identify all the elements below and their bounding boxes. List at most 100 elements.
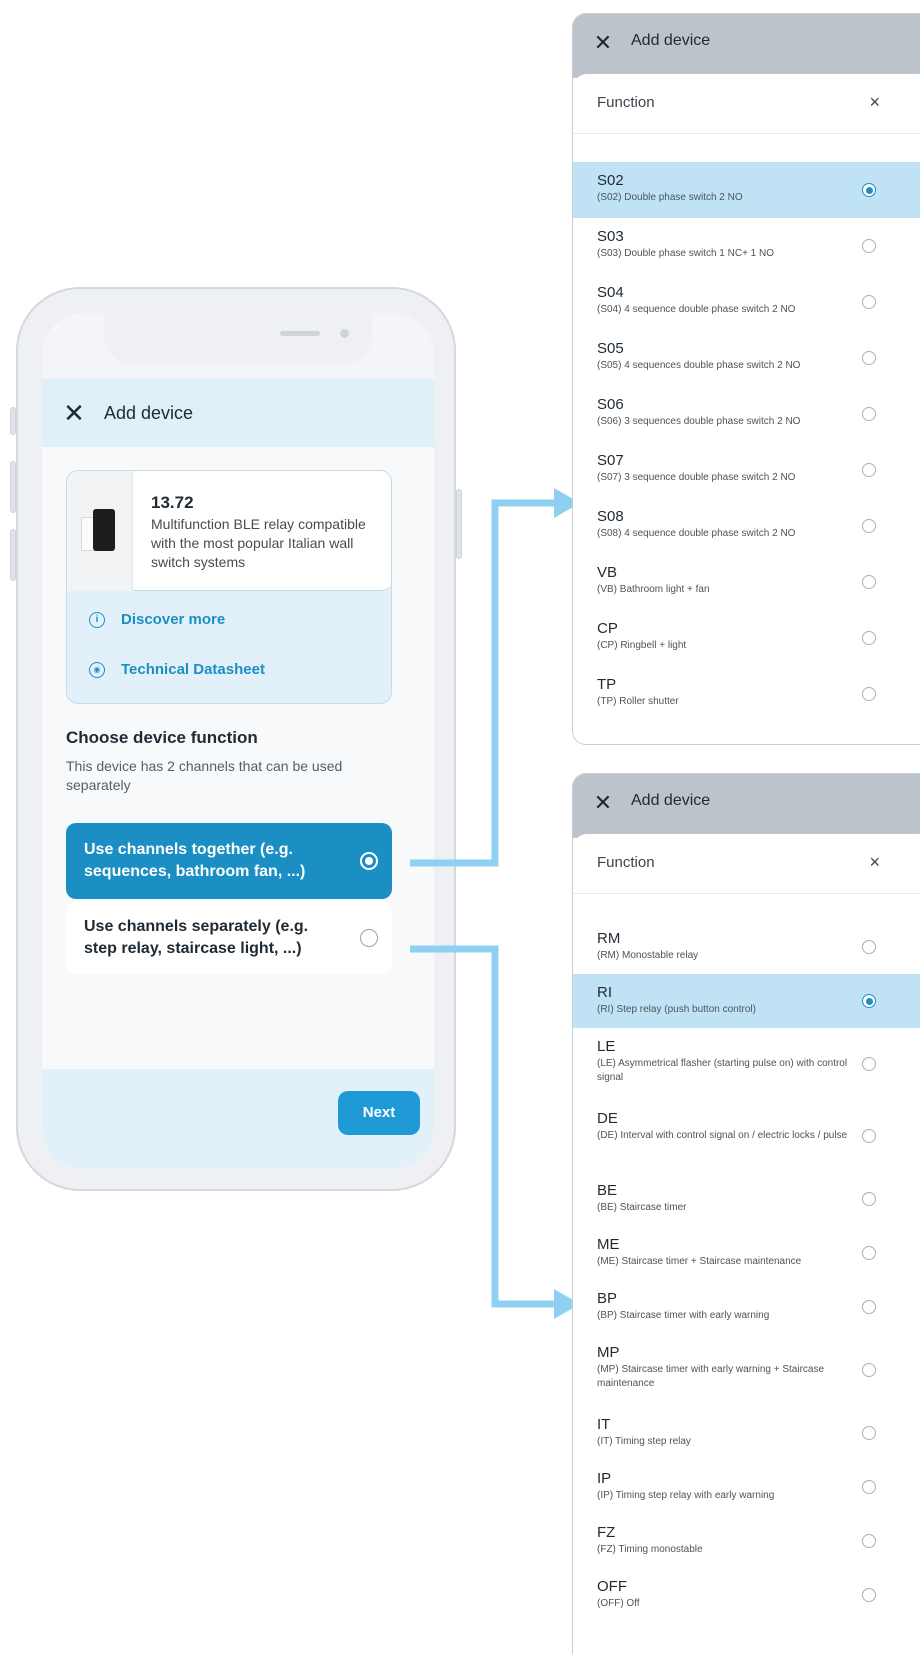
radio-unselected-icon[interactable] [862, 351, 876, 365]
technical-datasheet-label: Technical Datasheet [121, 661, 265, 678]
panel-header: ✕ Add device [573, 14, 920, 78]
radio-unselected-icon[interactable] [360, 929, 378, 947]
close-icon[interactable]: × [869, 92, 880, 113]
function-option-le[interactable]: LE (LE) Asymmetrical flasher (starting pu… [573, 1028, 920, 1100]
function-description: (OFF) Off [597, 1598, 640, 1609]
function-option-me[interactable]: ME (ME) Staircase timer + Staircase maint… [573, 1226, 920, 1280]
function-code: BE [597, 1182, 618, 1199]
function-option-s02[interactable]: S02 (S02) Double phase switch 2 NO [573, 162, 920, 218]
radio-unselected-icon[interactable] [862, 1057, 876, 1071]
function-description: (RM) Monostable relay [597, 950, 699, 961]
radio-unselected-icon[interactable] [862, 1192, 876, 1206]
function-option-s07[interactable]: S07 (S07) 3 sequence double phase switch … [573, 442, 920, 498]
function-option-s04[interactable]: S04 (S04) 4 sequence double phase switch … [573, 274, 920, 330]
function-panel-together: ✕ Add device Function × S02 (S02) Double … [572, 13, 920, 745]
function-description: (S02) Double phase switch 2 NO [597, 192, 743, 203]
function-description: (MP) Staircase timer with early warning … [597, 1364, 825, 1389]
close-icon[interactable]: × [869, 852, 880, 873]
radio-unselected-icon[interactable] [862, 1426, 876, 1440]
radio-unselected-icon[interactable] [862, 1246, 876, 1260]
function-description: (TP) Roller shutter [597, 696, 679, 707]
product-image [67, 471, 133, 591]
radio-unselected-icon[interactable] [862, 575, 876, 589]
option-use-channels-separately[interactable]: Use channels separately (e.g. step relay… [66, 902, 392, 974]
radio-unselected-icon[interactable] [862, 519, 876, 533]
phone-side-button-volume-down [10, 529, 16, 581]
function-description: (ME) Staircase timer + Staircase mainten… [597, 1256, 802, 1267]
screen-body: 13.72 Multifunction BLE relay compatible… [42, 447, 434, 1069]
function-code: S03 [597, 228, 624, 245]
function-code: OFF [597, 1578, 627, 1595]
header-title: Add device [104, 402, 194, 423]
radio-unselected-icon[interactable] [862, 631, 876, 645]
option-label: Use channels together (e.g. sequences, b… [84, 841, 306, 880]
radio-unselected-icon[interactable] [862, 295, 876, 309]
function-option-ip[interactable]: IP (IP) Timing step relay with early warn… [573, 1460, 920, 1514]
panel-header: ✕ Add device [573, 774, 920, 838]
radio-unselected-icon[interactable] [862, 407, 876, 421]
close-icon[interactable]: ✕ [591, 792, 615, 814]
function-code: IP [597, 1470, 612, 1487]
option-label: Use channels separately (e.g. step relay… [84, 918, 309, 957]
phone-notch [104, 313, 372, 365]
function-code: MP [597, 1344, 620, 1361]
radio-unselected-icon[interactable] [862, 687, 876, 701]
radio-unselected-icon[interactable] [862, 1300, 876, 1314]
panel-header-title: Add device [631, 792, 711, 809]
radio-unselected-icon[interactable] [862, 1534, 876, 1548]
function-option-mp[interactable]: MP (MP) Staircase timer with early warnin… [573, 1334, 920, 1406]
discover-more-link[interactable]: i Discover more [89, 611, 225, 628]
radio-unselected-icon[interactable] [862, 463, 876, 477]
function-code: CP [597, 620, 618, 637]
function-option-tp[interactable]: TP (TP) Roller shutter [573, 666, 920, 722]
function-option-bp[interactable]: BP (BP) Staircase timer with early warnin… [573, 1280, 920, 1334]
radio-selected-icon[interactable] [862, 994, 876, 1008]
function-option-vb[interactable]: VB (VB) Bathroom light + fan [573, 554, 920, 610]
function-code: S08 [597, 508, 624, 525]
radio-unselected-icon[interactable] [862, 1363, 876, 1377]
function-option-s05[interactable]: S05 (S05) 4 sequences double phase switch… [573, 330, 920, 386]
radio-selected-icon[interactable] [360, 852, 378, 870]
function-code: S05 [597, 340, 624, 357]
function-code: FZ [597, 1524, 616, 1541]
option-use-channels-together[interactable]: Use channels together (e.g. sequences, b… [66, 823, 392, 899]
sheet-header: Function × [573, 834, 920, 894]
function-option-de[interactable]: DE (DE) Interval with control signal on /… [573, 1100, 920, 1172]
radio-unselected-icon[interactable] [862, 1588, 876, 1602]
function-option-s08[interactable]: S08 (S08) 4 sequence double phase switch … [573, 498, 920, 554]
radio-unselected-icon[interactable] [862, 940, 876, 954]
product-name: 13.72 [151, 493, 194, 512]
function-description: (S06) 3 sequences double phase switch 2 … [597, 416, 801, 427]
function-description: (CP) Ringbell + light [597, 640, 687, 651]
phone-screen: ✕ Add device 13.72 Multifunction BLE rel… [42, 313, 434, 1169]
close-icon[interactable]: ✕ [591, 32, 615, 54]
function-option-off[interactable]: OFF (OFF) Off [573, 1568, 920, 1622]
sheet-title: Function [597, 854, 655, 871]
function-description: (DE) Interval with control signal on / e… [597, 1130, 848, 1141]
function-panel-separate: ✕ Add device Function × RM (RM) Monostabl… [572, 773, 920, 1654]
radio-unselected-icon[interactable] [862, 1480, 876, 1494]
composite-canvas: ✕ Add device 13.72 Multifunction BLE rel… [0, 0, 920, 1654]
phone-side-button-mute [10, 407, 16, 435]
function-description: (IP) Timing step relay with early warnin… [597, 1490, 775, 1501]
function-option-s03[interactable]: S03 (S03) Double phase switch 1 NC+ 1 NO [573, 218, 920, 274]
next-button[interactable]: Next [338, 1091, 420, 1135]
technical-datasheet-link[interactable]: ◉ Technical Datasheet [89, 661, 265, 678]
function-option-cp[interactable]: CP (CP) Ringbell + light [573, 610, 920, 666]
radio-unselected-icon[interactable] [862, 1129, 876, 1143]
function-option-be[interactable]: BE (BE) Staircase timer [573, 1172, 920, 1226]
function-option-fz[interactable]: FZ (FZ) Timing monostable [573, 1514, 920, 1568]
function-option-s06[interactable]: S06 (S06) 3 sequences double phase switch… [573, 386, 920, 442]
radio-unselected-icon[interactable] [862, 239, 876, 253]
function-code: VB [597, 564, 618, 581]
close-icon[interactable]: ✕ [62, 400, 86, 426]
function-option-ri[interactable]: RI (RI) Step relay (push button control) [573, 974, 920, 1028]
function-code: BP [597, 1290, 618, 1307]
phone-side-button-power [456, 489, 462, 559]
radio-selected-icon[interactable] [862, 183, 876, 197]
function-code: RM [597, 930, 621, 947]
front-camera [340, 329, 349, 338]
panel-header-title: Add device [631, 32, 711, 49]
function-option-rm[interactable]: RM (RM) Monostable relay [573, 920, 920, 974]
function-option-it[interactable]: IT (IT) Timing step relay [573, 1406, 920, 1460]
